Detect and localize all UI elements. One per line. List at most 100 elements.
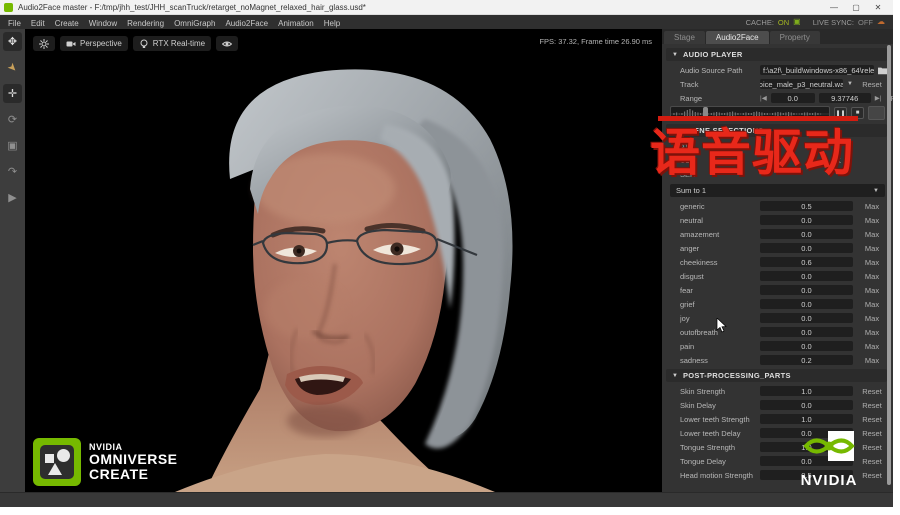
menu-item-omnigraph[interactable]: OmniGraph (174, 19, 215, 28)
menu-item-audio2face[interactable]: Audio2Face (225, 19, 268, 28)
max-button[interactable]: Max (857, 244, 887, 253)
emotion-label: disgust (680, 272, 756, 281)
range-skip-start-icon[interactable]: |◀ (760, 94, 767, 102)
emotion-disgust: disgust 0.0 Max (666, 269, 887, 283)
emotion-label: grief (680, 300, 756, 309)
lightbulb-icon (139, 39, 149, 49)
camera-mode-label: Perspective (80, 39, 122, 48)
post-slider[interactable]: 1.0 (760, 414, 853, 424)
menu-item-help[interactable]: Help (324, 19, 340, 28)
post-label: Tongue Delay (680, 457, 756, 466)
scale-tool-icon[interactable]: ▣ (3, 136, 22, 155)
camera-tool-icon[interactable]: ✥ (3, 32, 22, 51)
max-button[interactable]: Max (857, 286, 887, 295)
menu-item-create[interactable]: Create (55, 19, 79, 28)
max-button[interactable]: Max (857, 356, 887, 365)
rotate-tool-icon[interactable]: ⟳ (3, 110, 22, 129)
menu-item-file[interactable]: File (8, 19, 21, 28)
emotion-slider[interactable]: 0.0 (760, 285, 853, 295)
minimize-button[interactable]: — (823, 3, 845, 12)
track-select[interactable]: voice_male_p3_neutral.wav (760, 79, 843, 89)
app-icon (4, 3, 13, 12)
cache-indicator-icon: ▣ (793, 18, 801, 26)
max-button[interactable]: Max (857, 342, 887, 351)
emotion-mode-select[interactable]: Sum to 1 ▼ (670, 184, 885, 197)
viewport-3d[interactable]: Perspective RTX Real-time FPS: 37.32, Fr… (25, 29, 662, 492)
emotion-slider[interactable]: 0.2 (760, 355, 853, 365)
audio-source-path-row: Audio Source Path f:\a2f\_build\windows-… (666, 63, 887, 77)
post-slider[interactable]: 1.0 (760, 386, 853, 396)
folder-icon[interactable] (878, 66, 887, 75)
track-dropdown-icon[interactable]: ▼ (847, 81, 853, 87)
annotation-text: 语音驱动 (650, 126, 890, 181)
max-button[interactable]: Max (857, 258, 887, 267)
livesync-value[interactable]: OFF (858, 18, 873, 27)
audio-source-path-input[interactable]: f:\a2f\_build\windows-x86_64\release\a (760, 65, 874, 75)
left-toolbar: ✥ ➤ ✛ ⟳ ▣ ↷ ▶ (0, 29, 25, 492)
face-3d-model[interactable] (25, 29, 662, 492)
render-mode-button[interactable]: RTX Real-time (133, 36, 211, 51)
collapse-caret-icon-2: ▼ (672, 373, 678, 379)
visibility-button[interactable] (216, 36, 238, 51)
select-tool-icon[interactable]: ➤ (0, 54, 26, 81)
collapse-caret-icon: ▼ (672, 52, 678, 58)
reset-button[interactable]: Reset (857, 401, 887, 410)
emotion-slider[interactable]: 0.0 (760, 243, 853, 253)
emotion-slider[interactable]: 0.0 (760, 229, 853, 239)
camera-selector-button[interactable]: Perspective (60, 36, 128, 51)
omniverse-badge-icon (33, 438, 81, 486)
range-end-input[interactable]: 9.37746 (819, 93, 871, 103)
post-label: Skin Delay (680, 401, 756, 410)
emotion-slider[interactable]: 0.0 (760, 341, 853, 351)
livesync-label: LIVE SYNC: (813, 18, 854, 27)
menu-item-rendering[interactable]: Rendering (127, 19, 164, 28)
tab-property[interactable]: Property (770, 31, 820, 44)
emotion-slider[interactable]: 0.0 (760, 299, 853, 309)
snap-tool-icon[interactable]: ↷ (3, 162, 22, 181)
play-tool-icon[interactable]: ▶ (3, 188, 22, 207)
track-row: Track voice_male_p3_neutral.wav ▼ Reset (666, 77, 887, 91)
viewport-settings-button[interactable] (33, 36, 55, 51)
max-button[interactable]: Max (857, 230, 887, 239)
viewport-toolbar: Perspective RTX Real-time (33, 36, 238, 51)
section-audio-player[interactable]: ▼ AUDIO PLAYER (666, 48, 887, 61)
menu-item-window[interactable]: Window (89, 19, 117, 28)
range-skip-end-icon[interactable]: ▶| (875, 94, 882, 102)
emotion-label: fear (680, 286, 756, 295)
tab-audio2face[interactable]: Audio2Face (706, 31, 769, 44)
emotion-slider[interactable]: 0.5 (760, 201, 853, 211)
post-lower-teeth-strength: Lower teeth Strength1.0Reset (666, 412, 887, 426)
panel-scrollbar[interactable] (887, 45, 891, 485)
max-button[interactable]: Max (857, 216, 887, 225)
reset-button[interactable]: Reset (857, 415, 887, 424)
range-start-input[interactable]: 0.0 (771, 93, 815, 103)
emotion-slider[interactable]: 0.0 (760, 215, 853, 225)
loop-button[interactable] (868, 106, 885, 120)
right-panel: StageAudio2FaceProperty ▼ AUDIO PLAYER A… (662, 29, 893, 492)
emotion-slider[interactable]: 0.0 (760, 327, 853, 337)
post-slider[interactable]: 0.0 (760, 400, 853, 410)
status-bar (0, 492, 893, 507)
emotion-fear: fear 0.0 Max (666, 283, 887, 297)
emotion-slider[interactable]: 0.0 (760, 271, 853, 281)
max-button[interactable]: Max (857, 202, 887, 211)
max-button[interactable]: Max (857, 300, 887, 309)
emotion-slider[interactable]: 0.0 (760, 313, 853, 323)
emotion-slider[interactable]: 0.6 (760, 257, 853, 267)
menu-item-animation[interactable]: Animation (278, 19, 314, 28)
max-button[interactable]: Max (857, 314, 887, 323)
emotion-label: pain (680, 342, 756, 351)
emotion-anger: anger0.0Max (666, 241, 887, 255)
menu-item-edit[interactable]: Edit (31, 19, 45, 28)
tab-stage[interactable]: Stage (664, 31, 705, 44)
maximize-button[interactable]: ▢ (845, 3, 867, 12)
max-button[interactable]: Max (857, 272, 887, 281)
reset-button[interactable]: Reset (857, 387, 887, 396)
max-button[interactable]: Max (857, 328, 887, 337)
move-tool-icon[interactable]: ✛ (3, 84, 22, 103)
track-reset-button[interactable]: Reset (857, 80, 887, 89)
section-post-processing[interactable]: ▼ POST-PROCESSING_PARTS (666, 369, 887, 382)
close-button[interactable]: ✕ (867, 3, 889, 12)
nvidia-watermark: NVIDIA (783, 429, 875, 489)
cache-value[interactable]: ON (778, 18, 789, 27)
